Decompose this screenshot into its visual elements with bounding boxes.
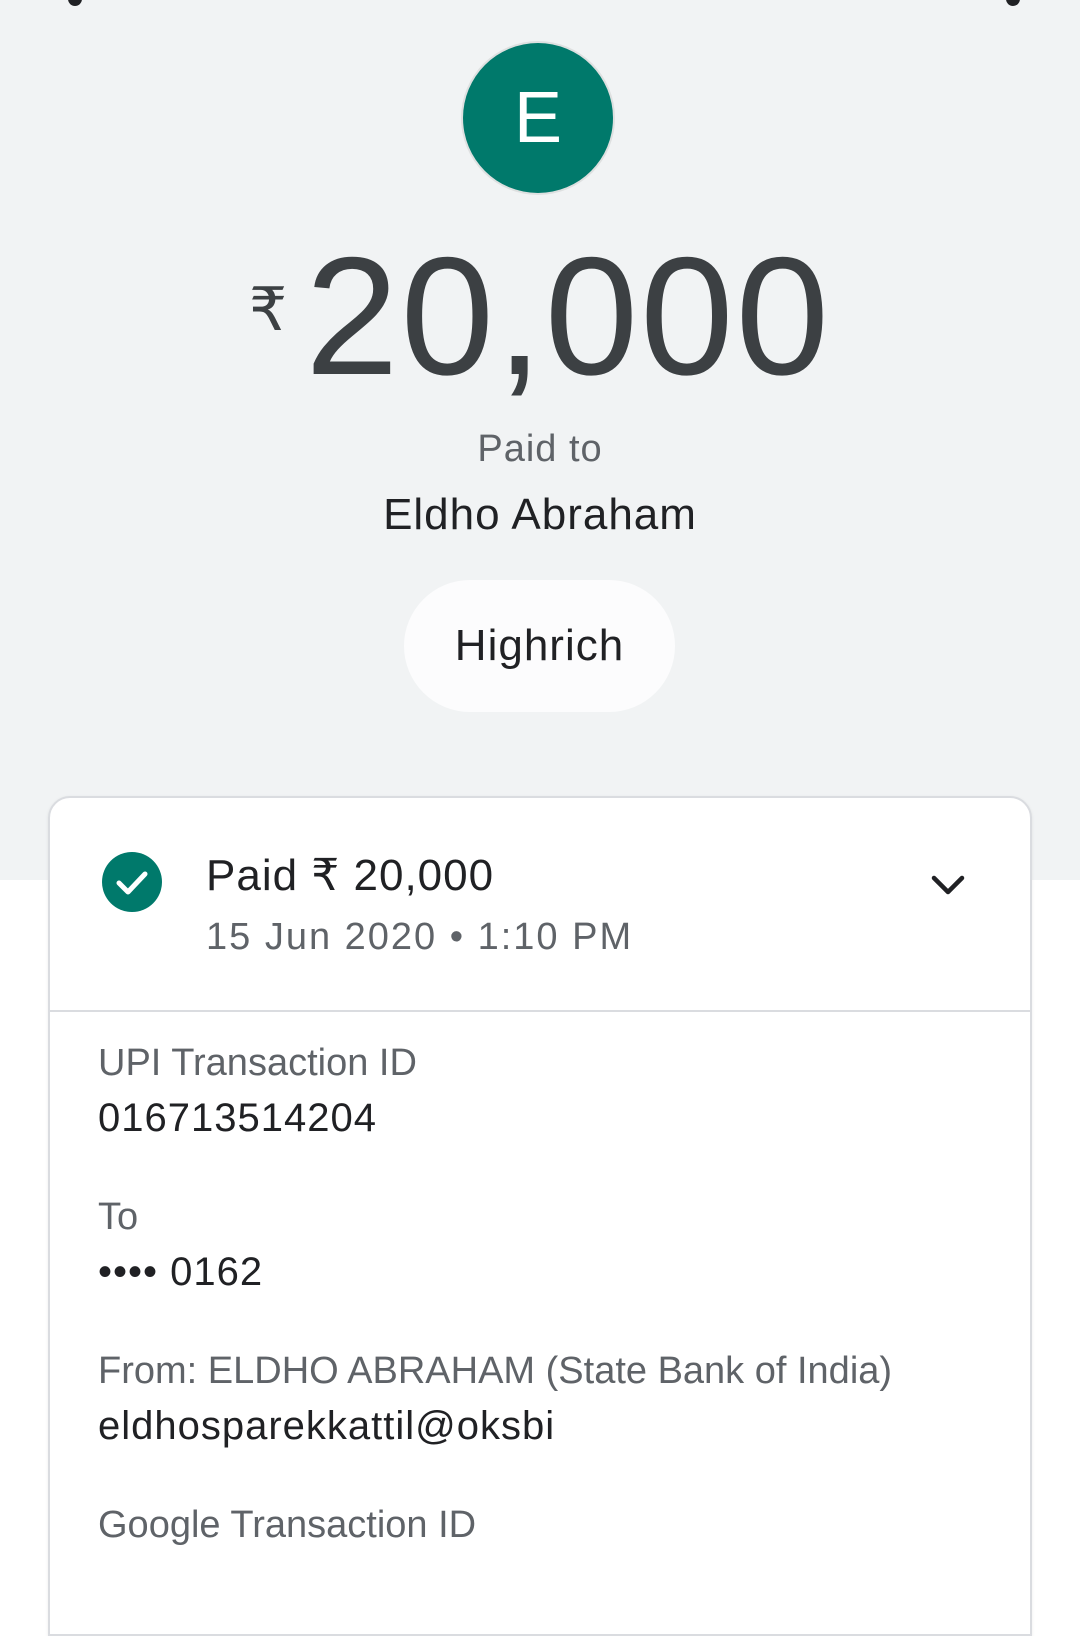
from-label: From: ELDHO ABRAHAM (State Bank of India…: [98, 1350, 893, 1392]
paid-to-label: Paid to: [477, 428, 603, 470]
status-row[interactable]: Paid ₹ 20,000 15 Jun 2020 • 1:10 PM: [50, 798, 1030, 1012]
avatar: E: [463, 43, 613, 193]
status-datetime: 15 Jun 2020 • 1:10 PM: [206, 916, 634, 958]
status-title: Paid ₹ 20,000: [206, 851, 495, 900]
upi-transaction-id-value: 016713514204: [98, 1096, 377, 1140]
to-account-value: •••• 0162: [98, 1250, 264, 1294]
check-circle-icon: [102, 852, 162, 912]
more-options-icon[interactable]: [1006, 0, 1020, 6]
payment-note: Highrich: [454, 621, 625, 670]
payment-note-chip: Highrich: [404, 580, 675, 712]
chevron-down-icon[interactable]: [928, 866, 968, 906]
to-label: To: [98, 1196, 139, 1238]
currency-symbol: ₹: [248, 276, 288, 343]
divider: [50, 1010, 1030, 1012]
avatar-initial: E: [513, 78, 563, 158]
from-upi-id-value: eldhosparekkattil@oksbi: [98, 1404, 556, 1448]
amount-value: 20,000: [305, 222, 832, 410]
payment-summary-area: E ₹ 20,000 Paid to Eldho Abraham Highric…: [0, 0, 1080, 880]
payment-amount: ₹ 20,000: [0, 232, 1080, 400]
google-transaction-id-label: Google Transaction ID: [98, 1504, 477, 1546]
transaction-details-card: Paid ₹ 20,000 15 Jun 2020 • 1:10 PM UPI …: [48, 796, 1032, 1636]
upi-transaction-id-label: UPI Transaction ID: [98, 1042, 417, 1084]
back-arrow-icon[interactable]: [68, 0, 82, 6]
payee-name: Eldho Abraham: [383, 490, 697, 539]
